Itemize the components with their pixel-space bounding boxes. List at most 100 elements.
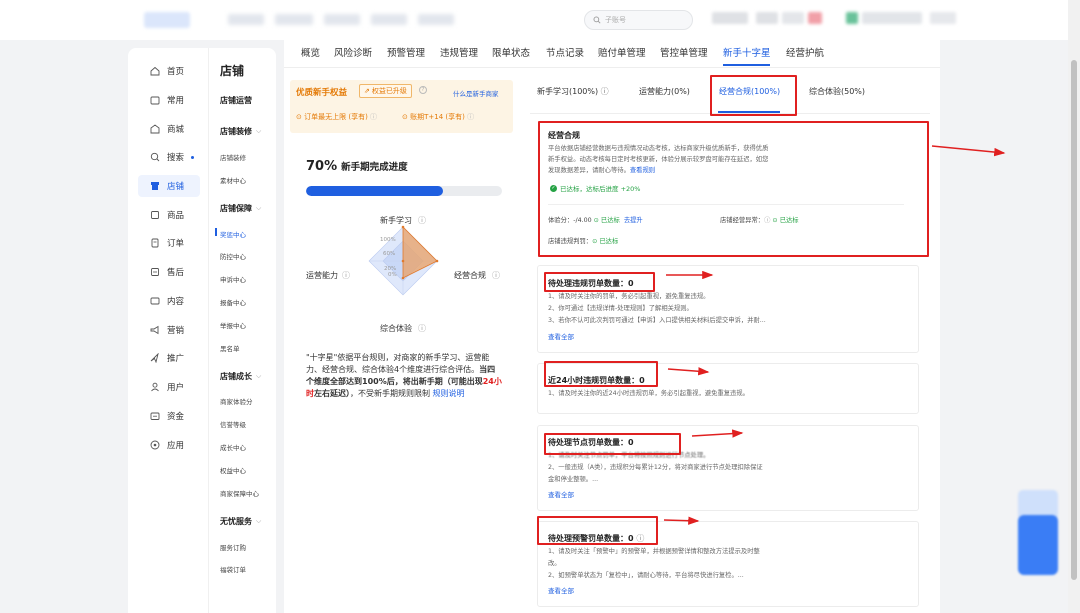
header-blurred-item[interactable] [782,12,804,24]
top-nav-item[interactable] [418,14,454,25]
info-icon[interactable]: ⓘ [370,113,377,121]
top-nav-item[interactable] [324,14,360,25]
tab-violation[interactable]: 违规管理 [440,45,478,59]
primary-nav-store[interactable]: 店铺 [138,175,200,197]
primary-nav-marketing[interactable]: 营销 [138,319,200,341]
header-blurred-name[interactable] [862,12,922,24]
top-nav-item[interactable] [275,14,313,25]
primary-nav-content[interactable]: 内容 [138,290,200,312]
benefit-item-order-limit: ⊙ 订单最无上限 (享有) ⓘ [296,112,377,122]
header-blurred-item[interactable] [808,12,822,24]
nav-item-service-order[interactable]: 服务订购 [220,542,246,552]
subtab-learning[interactable]: 新手学习(100%) ⓘ [537,86,609,97]
store-icon [151,182,159,190]
tab-control-orders[interactable]: 管控单管理 [660,45,708,59]
view-all-link[interactable]: 查看全部 [548,489,574,499]
primary-nav-aftersale[interactable]: 售后 [138,261,200,283]
top-nav-item[interactable] [228,14,264,25]
primary-nav-home[interactable]: 首页 [138,60,200,82]
progress-title: 70% 新手期完成进度 [306,159,408,174]
description-text: "十字星"依据平台规则，对商家的新手学习、运营能力、经营合规、综合体验4个维度进… [306,353,490,374]
progress-panel [284,68,520,613]
floating-assistant-button[interactable] [1018,515,1058,575]
tab-overview[interactable]: 概览 [301,45,320,59]
nav-item-blacklist[interactable]: 黑名单 [220,343,240,353]
top-nav-item[interactable] [371,14,407,25]
view-all-link[interactable]: 查看全部 [548,331,574,341]
header-blurred-avatar[interactable] [846,12,858,24]
tab-escort[interactable]: 经营护航 [786,45,824,59]
benefit-item-label: 账期T+14 (享有) [410,113,465,121]
user-icon [151,382,159,392]
primary-nav-promote[interactable]: 推广 [138,347,200,369]
info-icon[interactable]: ⓘ [467,113,474,121]
nav-item-lucky-bag[interactable]: 福袋订单 [220,564,246,574]
primary-nav-apps[interactable]: 应用 [138,434,200,456]
nav-item-merchant-protection[interactable]: 商家保障中心 [220,488,259,498]
what-is-novice-link[interactable]: 什么是新手商家 [453,88,499,98]
goods-icon [151,211,159,219]
home-icon [150,66,160,76]
nav-item-appeal[interactable]: 申诉中心 [220,274,246,284]
nav-group-store-ops[interactable]: 店铺运营 [220,95,252,106]
nav-group-growth[interactable]: 店铺成长 ⌵ [220,371,261,382]
nav-group-label: 店铺运营 [220,96,252,105]
view-all-link[interactable]: 查看全部 [548,585,574,595]
radar-point [401,276,405,280]
subtab-operation[interactable]: 运营能力(0%) [639,86,690,97]
nav-group-decoration[interactable]: 店铺装修 ⌵ [220,126,261,137]
primary-sidebar: 首页 常用 商城 搜索 店铺 商品 订单 售后 内容 营销 推广 用户 资金 应… [128,48,208,613]
primary-nav-money[interactable]: 资金 [138,405,200,427]
header-blurred-item[interactable] [712,12,748,24]
primary-nav-mall[interactable]: 商城 [138,118,200,140]
nav-item-rewards-penalties[interactable]: 奖惩中心 [220,229,246,239]
nav-item-decoration[interactable]: 店铺装修 [220,152,246,162]
header-blurred-item[interactable] [930,12,956,24]
nav-item-benefit-center[interactable]: 权益中心 [220,465,246,475]
scrollbar-thumb[interactable] [1071,60,1077,580]
primary-nav-user[interactable]: 用户 [138,376,200,398]
info-icon[interactable]: ⓘ [418,216,426,225]
tab-order-limit[interactable]: 限单状态 [492,45,530,59]
nav-item-experience-score[interactable]: 商家体验分 [220,396,253,406]
primary-nav-search[interactable]: 搜索 [138,146,200,168]
info-icon[interactable]: ⓘ [492,271,500,280]
benefit-title: 优质新手权益 [296,88,348,98]
info-icon[interactable]: ? [419,86,427,94]
annotation-box [544,361,658,387]
annotation-arrow [931,145,1006,157]
nav-group-label: 店铺装修 [220,127,252,136]
header-blurred-item[interactable] [756,12,778,24]
nav-item-risk-control[interactable]: 防控中心 [220,251,246,261]
radar-chart: 100% 60% 20% 0% 新手学习 ⓘ 经营合规 ⓘ 综合体验 ⓘ 运营能… [306,215,500,333]
nav-group-guarantee[interactable]: 店铺保障 ⌵ [220,203,261,214]
nav-item-report[interactable]: 举报中心 [220,320,246,330]
chevron-down-icon: ⌵ [256,127,262,135]
search-input[interactable]: 子账号 [584,10,693,30]
nav-item-filing[interactable]: 报备中心 [220,297,246,307]
radar-point [401,225,405,229]
nav-item-credit-level[interactable]: 信誉等级 [220,419,246,429]
info-icon[interactable]: ⓘ [418,324,426,333]
marketing-icon [150,325,159,335]
primary-nav-order[interactable]: 订单 [138,232,200,254]
card-line: 3、若你不认可此次判罚可通过【申诉】入口提供相关材料后提交申诉，并耐... [548,317,766,324]
tab-novice-star[interactable]: 新手十字星 [723,45,771,59]
nav-item-materials[interactable]: 素材中心 [220,175,246,185]
nav-group-worry-free[interactable]: 无忧服务 ⌵ [220,516,261,527]
main-tabs: 概览 风险诊断 预警管理 违规管理 限单状态 节点记录 赔付单管理 管控单管理 … [284,40,940,68]
subtab-experience[interactable]: 综合体验(50%) [809,86,865,97]
primary-nav-common[interactable]: 常用 [138,89,200,111]
primary-nav-label: 搜索 [167,153,185,163]
tab-risk-diagnosis[interactable]: 风险诊断 [334,45,372,59]
page-scrollbar[interactable] [1068,0,1080,613]
tab-warning[interactable]: 预警管理 [387,45,425,59]
chevron-down-icon: ⌵ [256,204,262,212]
rules-link[interactable]: 规则说明 [433,389,465,398]
nav-item-growth-center[interactable]: 成长中心 [220,442,246,452]
primary-nav-goods[interactable]: 商品 [138,204,200,226]
tab-compensation[interactable]: 赔付单管理 [598,45,646,59]
info-icon[interactable]: ⓘ [342,271,350,280]
logo[interactable] [144,12,190,28]
tab-node-records[interactable]: 节点记录 [546,45,584,59]
